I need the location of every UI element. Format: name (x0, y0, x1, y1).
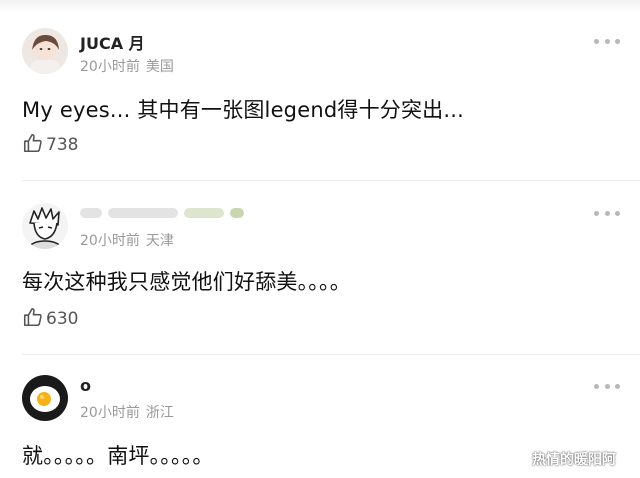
like-count: 738 (46, 135, 79, 155)
thumbs-up-icon (22, 132, 44, 158)
more-dots-icon[interactable] (594, 36, 620, 46)
comment-location: 浙江 (145, 405, 174, 421)
username[interactable]: JUCA 月 (80, 30, 145, 54)
like-button[interactable]: 738 (22, 132, 79, 158)
username[interactable]: o (80, 376, 91, 395)
divider (22, 354, 640, 355)
comment-time: 20小时前 (80, 405, 140, 421)
more-dots-icon[interactable] (594, 381, 620, 391)
divider (22, 180, 640, 181)
comment-text: 每次这种我只感觉他们好舔美。。。。 (22, 270, 351, 294)
avatar[interactable] (22, 28, 68, 74)
comments-page: JUCA 月 20小时前 美国 My eyes... 其中有一张图legend得十… (0, 0, 640, 478)
avatar[interactable] (22, 203, 68, 249)
comment-text: My eyes... 其中有一张图legend得十分突出... (22, 98, 465, 122)
comment-meta: 20小时前 美国 (80, 56, 174, 76)
comment-meta: 20小时前 浙江 (80, 402, 174, 422)
comment-time: 20小时前 (80, 233, 140, 249)
like-button[interactable]: 630 (22, 306, 79, 332)
like-count: 630 (46, 309, 79, 329)
username-redacted (80, 202, 244, 224)
top-edge (0, 0, 640, 12)
thumbs-up-icon (22, 306, 44, 332)
avatar[interactable] (22, 375, 68, 421)
comment-time: 20小时前 (80, 59, 140, 75)
comment-location: 美国 (145, 59, 174, 75)
comment-text: 就。。。。。南坪。。。。。 (22, 444, 214, 468)
watermark: 热情的暖阳阿 (532, 452, 616, 468)
comment-location: 天津 (145, 233, 174, 249)
more-dots-icon[interactable] (594, 208, 620, 218)
comment-meta: 20小时前 天津 (80, 230, 174, 250)
